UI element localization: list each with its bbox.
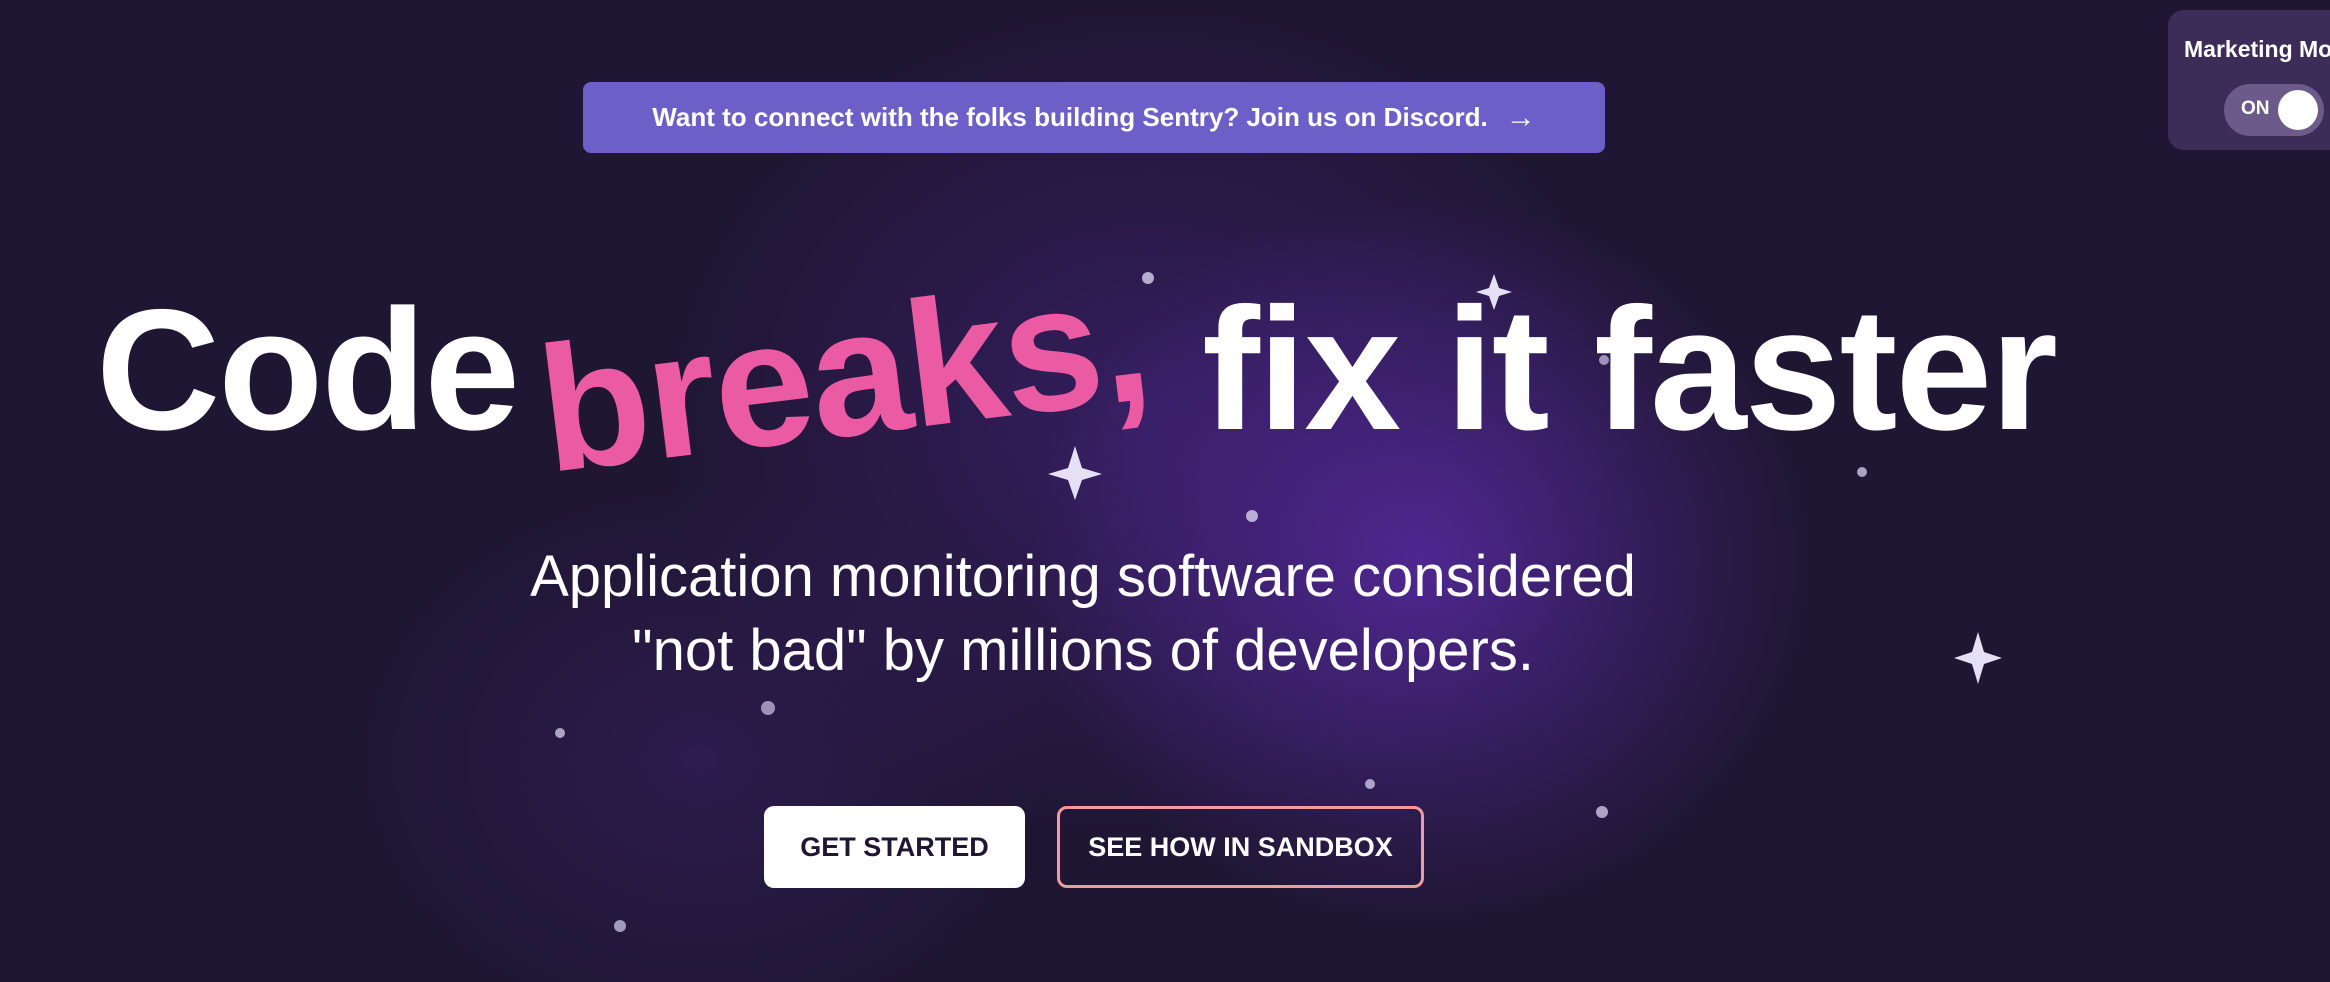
star-dot — [555, 728, 565, 738]
star-dot — [614, 920, 626, 932]
subheading-line-1: Application monitoring software consider… — [530, 544, 1636, 609]
star-dot — [761, 701, 775, 715]
headline-fix-it-faster: fix it faster — [1202, 271, 2058, 466]
star-dot — [1596, 806, 1608, 818]
hero-subheading: Application monitoring software consider… — [383, 540, 1783, 688]
subheading-line-2: "not bad" by millions of developers. — [631, 618, 1534, 683]
get-started-button[interactable]: GET STARTED — [764, 806, 1025, 888]
hero-headline: Code breaks, fix it faster — [0, 0, 2330, 560]
headline-highlight-breaks: breaks, — [528, 238, 1159, 510]
sandbox-button[interactable]: SEE HOW IN SANDBOX — [1057, 806, 1424, 888]
headline-word-code: Code — [96, 274, 520, 466]
star-dot — [1365, 779, 1375, 789]
sparkle-star — [1954, 632, 2002, 684]
